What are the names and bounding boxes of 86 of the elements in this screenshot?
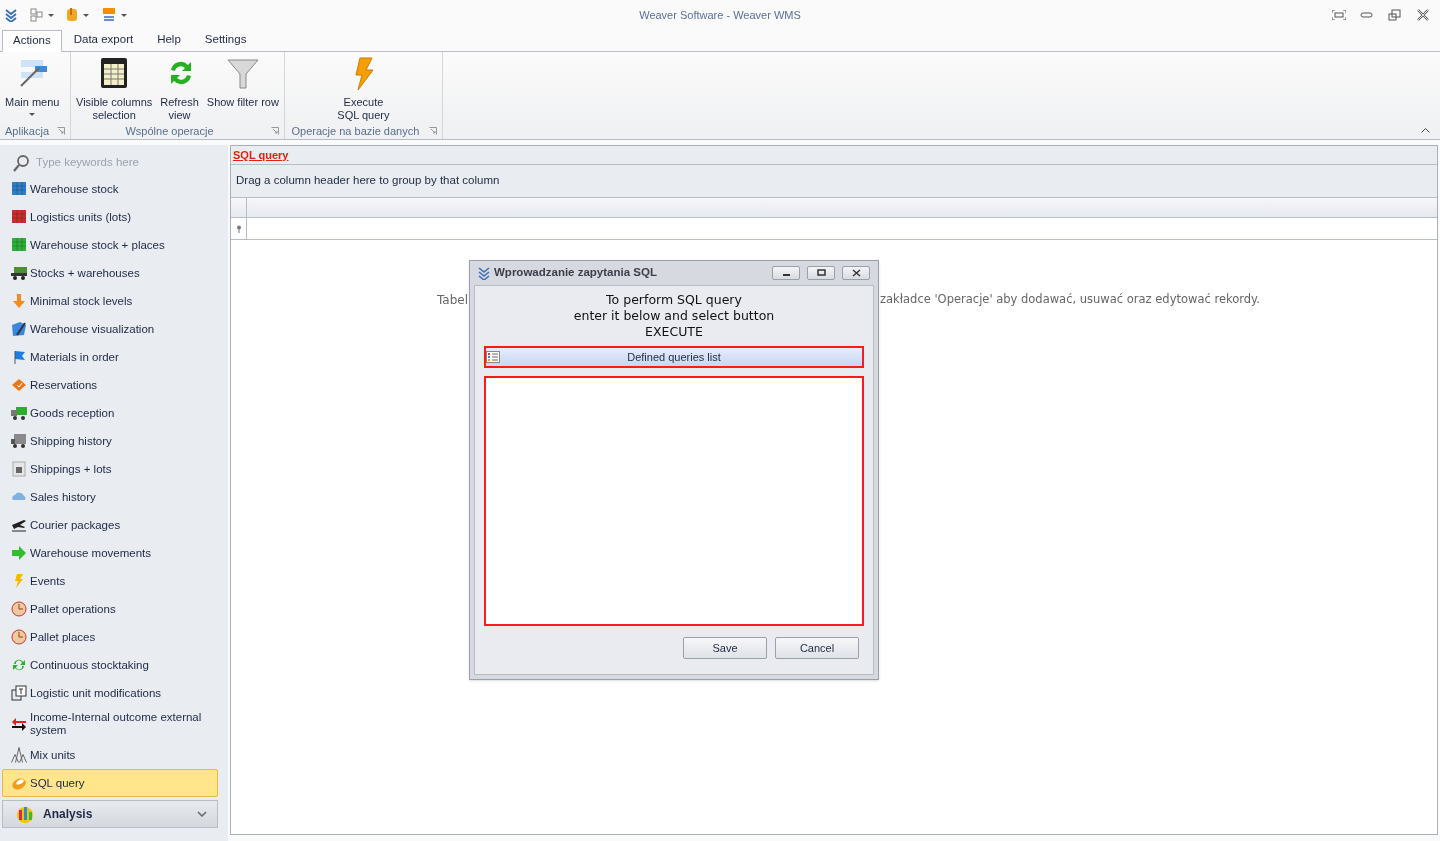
pencil-icon — [11, 321, 27, 337]
restore-icon[interactable] — [1388, 9, 1402, 21]
maximize-button[interactable] — [807, 266, 835, 280]
ribbon-tab[interactable]: Data export — [61, 29, 146, 51]
arrow-right-icon — [11, 545, 27, 561]
shelf-icon — [11, 237, 27, 253]
airplane-icon — [11, 517, 27, 533]
nav-item[interactable]: Stocks + warehouses — [2, 259, 218, 287]
layout-dropdown-icon[interactable] — [30, 8, 54, 22]
group-panel: Drag a column header here to group by that column — [231, 164, 1437, 198]
funnel-icon — [225, 56, 260, 90]
collapse-ribbon-icon[interactable] — [1421, 127, 1430, 133]
nav-item[interactable]: Shippings + lots — [2, 455, 218, 483]
nav-item[interactable]: Mix units — [2, 741, 218, 769]
nav-item[interactable]: Warehouse visualization — [2, 315, 218, 343]
ribbon-tab[interactable]: Settings — [192, 29, 259, 51]
shelf-icon — [11, 209, 27, 225]
empty-message-text: Tabel — [437, 292, 469, 309]
nav-item[interactable]: Pallet operations — [2, 595, 218, 623]
pin-icon — [235, 224, 242, 233]
ribbon-button[interactable]: Show filter row — [203, 56, 282, 123]
truck-icon — [11, 265, 27, 281]
fullscreen-icon[interactable] — [1332, 10, 1346, 20]
dialog-button[interactable]: Save — [683, 637, 767, 659]
refresh-icon — [11, 657, 27, 673]
query-text-field[interactable] — [484, 376, 864, 626]
nav-group-header[interactable]: Analysis — [2, 800, 218, 828]
tag-icon — [11, 377, 27, 393]
chevron-down-icon — [197, 811, 207, 817]
nav-item[interactable]: SQL query — [2, 769, 218, 797]
truck-icon — [11, 405, 27, 421]
nav-item[interactable]: Courier packages — [2, 511, 218, 539]
chevrons-icon[interactable] — [4, 8, 18, 22]
arrow-down-icon — [11, 293, 27, 309]
ribbon-tab[interactable]: Actions — [2, 30, 62, 52]
frame-icon — [11, 685, 27, 701]
window-title: Weaver Software - Weaver WMS — [639, 7, 801, 23]
nav-item[interactable]: Goods reception — [2, 399, 218, 427]
minimize-icon[interactable] — [1360, 10, 1374, 20]
nav-item[interactable]: Minimal stock levels — [2, 287, 218, 315]
nav-item[interactable]: Shipping history — [2, 427, 218, 455]
document-icon — [11, 461, 27, 477]
nav-item[interactable]: Sales history — [2, 483, 218, 511]
instruction-text: To perform SQL query enter it below and select button EXECUTE — [573, 292, 775, 340]
nav-item[interactable]: Materials in order — [2, 343, 218, 371]
truck-icon — [11, 433, 27, 449]
defined-queries-button[interactable]: Defined queries list — [484, 346, 864, 368]
ribbon-button[interactable]: Visible columns selection — [73, 56, 156, 123]
ribbon-button[interactable]: Execute SQL query — [334, 56, 393, 123]
nav-item[interactable]: Reservations — [2, 371, 218, 399]
clock-icon — [11, 601, 27, 617]
nav-item[interactable]: Logistics units (lots) — [2, 203, 218, 231]
dialog-button[interactable]: Cancel — [775, 637, 859, 659]
arrows-icon — [11, 716, 27, 732]
close-icon[interactable] — [1416, 9, 1430, 21]
nav-item[interactable]: Income-Internal outcome external system — [2, 707, 218, 741]
close-button[interactable] — [842, 266, 870, 280]
ribbon-button[interactable]: Refresh view — [157, 56, 202, 123]
empty-message-text: zakładce 'Operacje' aby dodawać, usuwać oraz edytować rekordy. — [880, 291, 1260, 308]
group-caption: Wspólne operacje — [124, 123, 215, 139]
shelf-icon — [11, 181, 27, 197]
view-title-link[interactable]: SQL query — [233, 146, 289, 164]
nav-item[interactable]: Warehouse movements — [2, 539, 218, 567]
close-icon — [851, 269, 861, 277]
dialog-launcher-icon[interactable] — [57, 127, 66, 135]
nav-item[interactable]: Pallet places — [2, 623, 218, 651]
nav-item[interactable]: Warehouse stock — [2, 175, 218, 203]
dialog-title: Wprowadzanie zapytania SQL — [494, 265, 658, 281]
group-caption: Operacje na bazie danych — [290, 123, 421, 139]
dialog-launcher-icon[interactable] — [428, 127, 437, 135]
dialog-launcher-icon[interactable] — [270, 127, 279, 135]
group-caption: Aplikacja — [5, 123, 50, 139]
nav-item[interactable]: Warehouse stock + places — [2, 231, 218, 259]
ribbon-button[interactable]: Main menu — [2, 56, 63, 123]
nav-item[interactable]: Events — [2, 567, 218, 595]
clock-icon — [11, 629, 27, 645]
ribbon-tab[interactable]: Help — [145, 29, 193, 51]
search-icon — [12, 154, 30, 172]
minimize-button[interactable] — [772, 266, 800, 280]
chevrons-icon — [478, 266, 490, 280]
search-field[interactable]: Type keywords here — [36, 154, 196, 172]
flag-icon — [11, 349, 27, 365]
maximize-icon — [816, 269, 826, 277]
nav-item[interactable]: Logistic unit modifications — [2, 679, 218, 707]
list-icon — [486, 351, 500, 363]
nav-item[interactable]: Continuous stocktaking — [2, 651, 218, 679]
